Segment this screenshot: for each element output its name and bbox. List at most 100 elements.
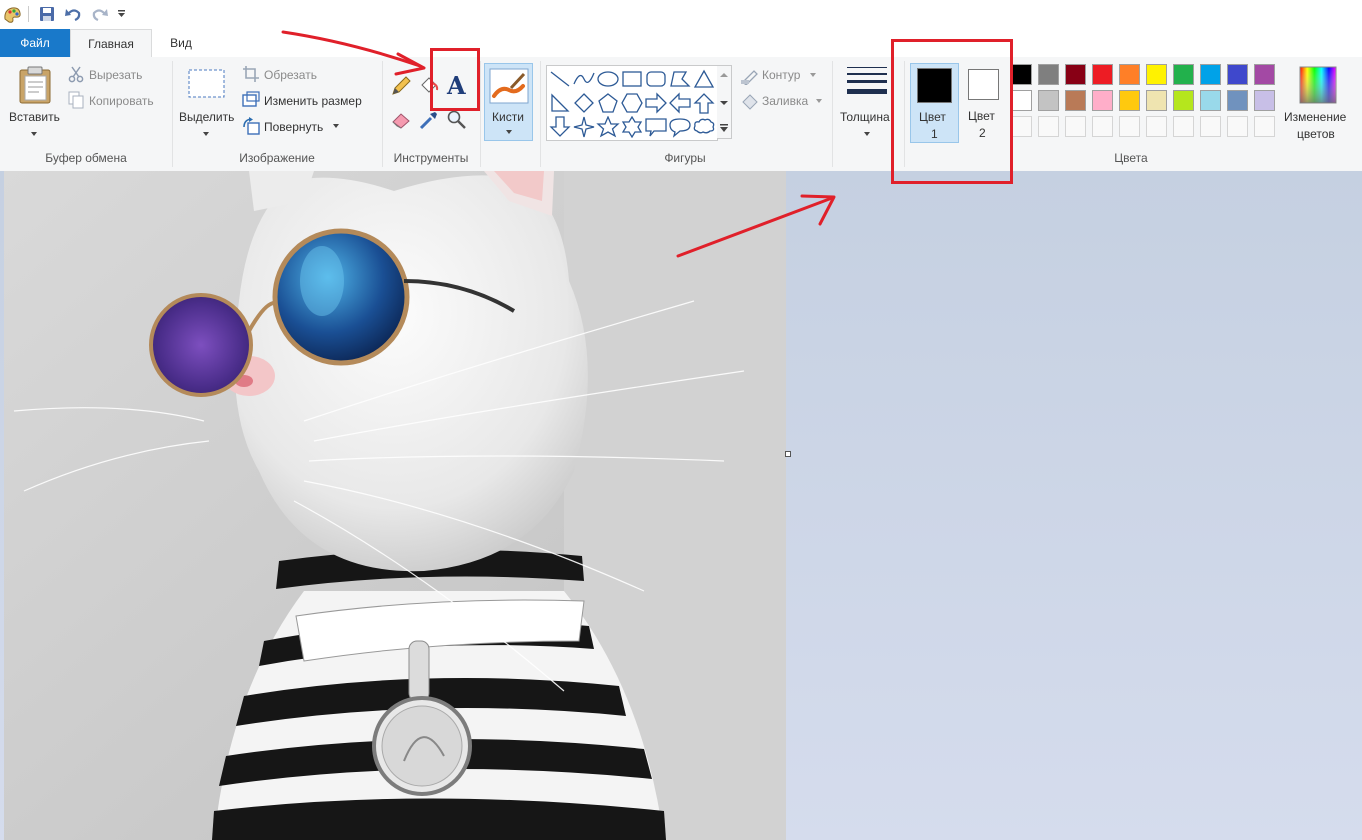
- palette-swatch[interactable]: [1119, 90, 1140, 111]
- shape-cloud-callout[interactable]: [692, 116, 716, 138]
- eraser-icon[interactable]: [390, 109, 412, 131]
- palette-swatch[interactable]: [1038, 64, 1059, 85]
- rotate-button[interactable]: Повернуть: [264, 120, 323, 134]
- palette-custom-slot[interactable]: [1011, 116, 1032, 137]
- fill-button[interactable]: Заливка: [762, 94, 808, 108]
- shape-curve[interactable]: [572, 68, 596, 90]
- undo-icon[interactable]: [64, 5, 82, 23]
- edit-colors-icon[interactable]: [1298, 65, 1338, 105]
- copy-button[interactable]: Копировать: [89, 94, 154, 108]
- brushes-dropdown-caret[interactable]: [506, 130, 512, 134]
- annotation-box-colors: [891, 39, 1013, 184]
- redo-icon[interactable]: [91, 5, 109, 23]
- crop-icon: [243, 66, 259, 82]
- palette-swatch[interactable]: [1173, 64, 1194, 85]
- canvas-resize-handle[interactable]: [785, 451, 791, 457]
- customize-qa-icon[interactable]: [117, 9, 127, 19]
- color-palette: [1011, 64, 1283, 144]
- palette-swatch[interactable]: [1173, 90, 1194, 111]
- shape-rect-callout[interactable]: [644, 116, 668, 138]
- paste-dropdown-caret[interactable]: [31, 132, 37, 136]
- palette-custom-slot[interactable]: [1254, 116, 1275, 137]
- shape-line[interactable]: [548, 68, 572, 90]
- line-thickness-icon[interactable]: [846, 65, 888, 101]
- palette-custom-slot[interactable]: [1038, 116, 1059, 137]
- palette-custom-slot[interactable]: [1173, 116, 1194, 137]
- gallery-down-arrow-icon[interactable]: [720, 100, 728, 106]
- shape-diamond[interactable]: [572, 92, 596, 114]
- shape-six-point-star[interactable]: [620, 116, 644, 138]
- shape-rounded-rectangle[interactable]: [644, 68, 668, 90]
- shape-five-point-star[interactable]: [596, 116, 620, 138]
- fill-dropdown-caret[interactable]: [816, 99, 822, 103]
- shape-up-arrow[interactable]: [692, 92, 716, 114]
- palette-swatch[interactable]: [1227, 64, 1248, 85]
- shape-down-arrow[interactable]: [548, 116, 572, 138]
- palette-custom-slot[interactable]: [1146, 116, 1167, 137]
- pencil-icon[interactable]: [390, 75, 412, 97]
- cat-photo: [4, 171, 786, 840]
- shape-right-triangle[interactable]: [548, 92, 572, 114]
- palette-swatch[interactable]: [1011, 64, 1032, 85]
- shape-rectangle[interactable]: [620, 68, 644, 90]
- palette-custom-slot[interactable]: [1227, 116, 1248, 137]
- edit-colors-label-2[interactable]: цветов: [1297, 127, 1335, 141]
- shape-four-point-star[interactable]: [572, 116, 596, 138]
- shape-pentagon[interactable]: [596, 92, 620, 114]
- cut-button[interactable]: Вырезать: [89, 68, 142, 82]
- palette-swatch[interactable]: [1065, 90, 1086, 111]
- palette-custom-slot[interactable]: [1065, 116, 1086, 137]
- palette-custom-slot[interactable]: [1119, 116, 1140, 137]
- shapes-gallery: [546, 65, 718, 141]
- palette-swatch[interactable]: [1011, 90, 1032, 111]
- paste-button[interactable]: Вставить: [9, 110, 60, 124]
- gallery-up-arrow-icon[interactable]: [720, 72, 728, 78]
- palette-custom-slot[interactable]: [1200, 116, 1221, 137]
- palette-swatch[interactable]: [1200, 90, 1221, 111]
- palette-swatch[interactable]: [1092, 64, 1113, 85]
- shape-right-arrow[interactable]: [644, 92, 668, 114]
- ribbon: Вставить Вырезать Копировать Буфер обмен…: [0, 57, 1362, 172]
- resize-button[interactable]: Изменить размер: [264, 94, 362, 108]
- select-button[interactable]: Выделить: [179, 110, 234, 124]
- select-dropdown-caret[interactable]: [203, 132, 209, 136]
- palette-swatch[interactable]: [1200, 64, 1221, 85]
- shape-triangle[interactable]: [692, 68, 716, 90]
- outline-dropdown-caret[interactable]: [810, 73, 816, 77]
- paste-clipboard-icon[interactable]: [17, 65, 53, 105]
- paint-app-icon[interactable]: [2, 4, 22, 24]
- brushes-button[interactable]: Кисти: [484, 63, 533, 141]
- gallery-more-icon[interactable]: [720, 124, 728, 133]
- palette-swatch[interactable]: [1254, 90, 1275, 111]
- copy-icon: [68, 91, 84, 109]
- magnifier-icon[interactable]: [446, 109, 468, 131]
- palette-swatch[interactable]: [1146, 90, 1167, 111]
- shapes-gallery-scrollbar[interactable]: [717, 65, 732, 139]
- tab-home[interactable]: Главная: [70, 29, 152, 58]
- shape-hexagon[interactable]: [620, 92, 644, 114]
- shape-oval-callout[interactable]: [668, 116, 692, 138]
- shape-left-arrow[interactable]: [668, 92, 692, 114]
- save-icon[interactable]: [38, 5, 56, 23]
- select-rectangle-icon[interactable]: [188, 69, 226, 99]
- shape-polygon[interactable]: [668, 68, 692, 90]
- tab-view[interactable]: Вид: [152, 29, 210, 57]
- palette-swatch[interactable]: [1146, 64, 1167, 85]
- size-dropdown-caret[interactable]: [864, 132, 870, 136]
- drawing-canvas[interactable]: [4, 171, 786, 840]
- palette-swatch[interactable]: [1038, 90, 1059, 111]
- palette-swatch[interactable]: [1254, 64, 1275, 85]
- color-picker-icon[interactable]: [418, 109, 440, 131]
- palette-swatch[interactable]: [1065, 64, 1086, 85]
- size-button[interactable]: Толщина: [840, 110, 890, 124]
- palette-swatch[interactable]: [1119, 64, 1140, 85]
- palette-swatch[interactable]: [1092, 90, 1113, 111]
- outline-icon: [741, 70, 758, 85]
- palette-custom-slot[interactable]: [1092, 116, 1113, 137]
- shape-oval[interactable]: [596, 68, 620, 90]
- rotate-dropdown-caret[interactable]: [333, 124, 339, 128]
- outline-button[interactable]: Контур: [762, 68, 800, 82]
- edit-colors-label-1[interactable]: Изменение: [1284, 110, 1346, 124]
- tab-file[interactable]: Файл: [0, 29, 70, 57]
- palette-swatch[interactable]: [1227, 90, 1248, 111]
